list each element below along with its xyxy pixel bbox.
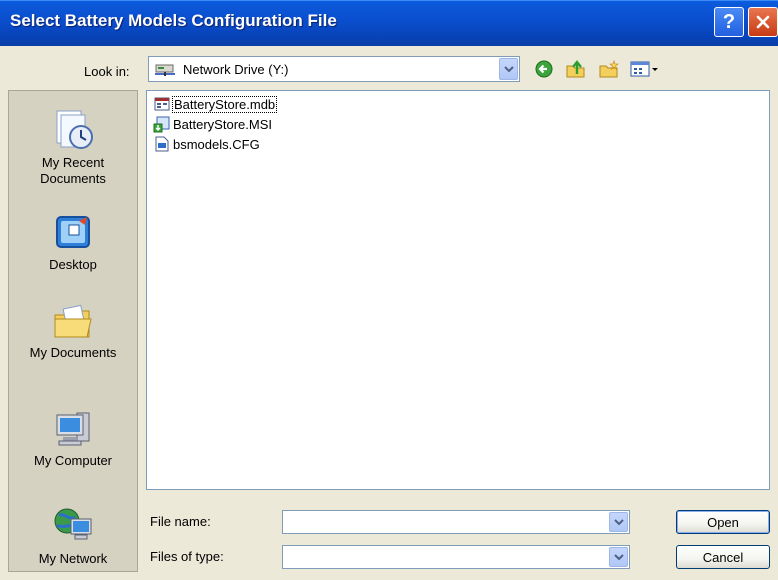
places-bar: My Recent Documents Desktop My Documents… (8, 90, 138, 572)
file-name-label: File name: (150, 514, 211, 529)
new-folder-icon[interactable] (597, 58, 621, 80)
place-my-computer[interactable]: My Computer (9, 409, 137, 469)
files-of-type-dropdown[interactable] (282, 545, 630, 569)
chevron-down-icon[interactable] (609, 547, 628, 567)
file-list[interactable]: BatteryStore.mdb BatteryStore.MSI bsmode… (146, 90, 770, 490)
up-folder-icon[interactable] (564, 58, 588, 80)
desktop-icon (56, 216, 90, 248)
place-label: My Documents (29, 345, 117, 360)
cancel-button[interactable]: Cancel (676, 545, 770, 569)
list-item[interactable]: BatteryStore.mdb (153, 95, 278, 113)
file-name: BatteryStore.mdb (171, 95, 278, 113)
close-button[interactable] (748, 7, 778, 37)
place-label: My Network (38, 551, 108, 566)
look-in-dropdown[interactable]: Network Drive (Y:) (148, 56, 520, 82)
help-button[interactable]: ? (714, 7, 744, 37)
views-menu-icon[interactable] (628, 58, 662, 80)
close-icon (756, 15, 770, 29)
place-label: My Computer (33, 453, 113, 468)
open-button[interactable]: Open (676, 510, 770, 534)
back-icon[interactable] (532, 58, 556, 80)
title-bar: Select Battery Models Configuration File… (0, 0, 778, 46)
place-label: Desktop (49, 257, 97, 272)
file-name: bsmodels.CFG (173, 136, 260, 152)
config-file-icon (153, 135, 171, 153)
place-my-network[interactable]: My Network (9, 503, 137, 567)
list-item[interactable]: bsmodels.CFG (153, 135, 260, 153)
my-documents-icon (54, 304, 92, 338)
place-label: My Recent Documents (40, 155, 106, 186)
network-drive-icon (154, 62, 176, 81)
my-network-icon (54, 508, 92, 540)
place-my-documents[interactable]: My Documents (9, 301, 137, 361)
access-database-icon (153, 95, 171, 113)
list-item[interactable]: BatteryStore.MSI (153, 115, 272, 133)
file-name-input[interactable] (282, 510, 630, 534)
my-computer-icon (56, 412, 90, 446)
place-desktop[interactable]: Desktop (9, 213, 137, 273)
look-in-value: Network Drive (Y:) (183, 62, 289, 77)
place-recent-documents[interactable]: My Recent Documents (9, 107, 137, 187)
file-name: BatteryStore.MSI (173, 116, 272, 132)
window-title: Select Battery Models Configuration File (10, 11, 337, 30)
installer-icon (153, 115, 171, 133)
files-of-type-label: Files of type: (150, 549, 224, 564)
chevron-down-icon[interactable] (609, 512, 628, 532)
look-in-label: Look in: (84, 64, 130, 79)
chevron-down-icon[interactable] (499, 58, 518, 80)
recent-documents-icon (56, 110, 93, 149)
